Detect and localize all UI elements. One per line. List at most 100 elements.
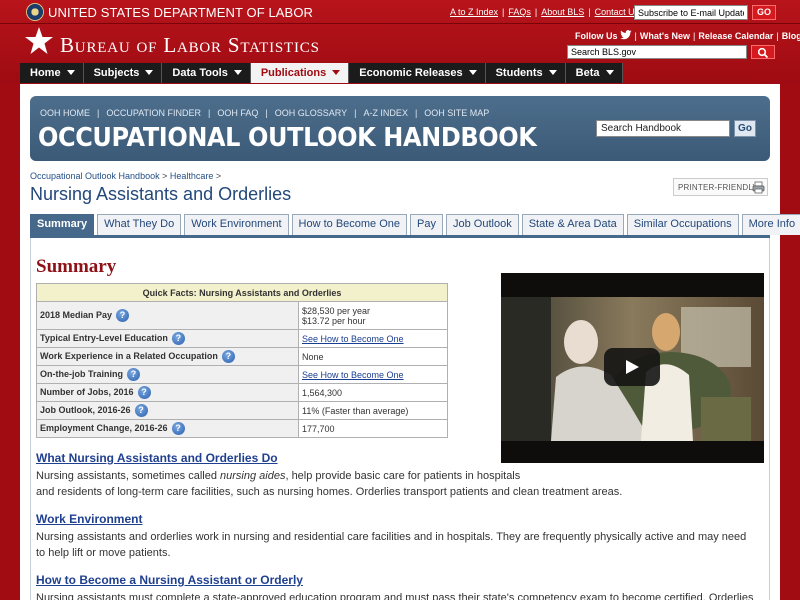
- dol-name-link[interactable]: UNITED STATES DEPARTMENT OF LABOR: [48, 5, 313, 20]
- chevron-down-icon: [468, 70, 477, 75]
- printer-friendly-label: PRINTER-FRIENDLY: [678, 183, 758, 192]
- nav-students[interactable]: Students: [485, 63, 566, 83]
- faqs-link[interactable]: FAQs: [508, 7, 531, 17]
- help-icon[interactable]: ?: [134, 404, 148, 417]
- quick-facts-label: Typical Entry-Level Education?: [36, 329, 299, 348]
- tab-pay[interactable]: Pay: [410, 214, 443, 235]
- quick-facts-label: Employment Change, 2016-26?: [36, 419, 299, 438]
- quick-facts-value: 11% (Faster than average): [298, 401, 448, 420]
- help-icon[interactable]: ?: [171, 332, 185, 345]
- chevron-down-icon: [66, 70, 75, 75]
- tab-job-outlook[interactable]: Job Outlook: [446, 214, 519, 235]
- about-bls-link[interactable]: About BLS: [541, 7, 584, 17]
- follow-us-link[interactable]: Follow Us: [575, 30, 632, 41]
- quick-facts-label: Work Experience in a Related Occupation?: [36, 347, 299, 366]
- chevron-down-icon: [145, 70, 154, 75]
- what-they-do-text: Nursing assistants, sometimes called nur…: [36, 470, 623, 498]
- table-row: Employment Change, 2016-26? 177,700: [36, 419, 448, 438]
- quick-facts-label: Job Outlook, 2016-26?: [36, 401, 299, 420]
- nav-economic-releases[interactable]: Economic Releases: [349, 63, 486, 83]
- ooh-glossary-link[interactable]: OOH GLOSSARY: [275, 108, 347, 118]
- tab-what-they-do[interactable]: What They Do: [97, 214, 182, 235]
- nav-home[interactable]: Home: [20, 63, 84, 83]
- work-environment-text: Nursing assistants and orderlies work in…: [36, 531, 747, 559]
- see-how-to-become-one-link[interactable]: See How to Become One: [302, 370, 404, 380]
- tab-bar: Summary What They Do Work Environment Ho…: [30, 214, 800, 235]
- chevron-down-icon: [233, 70, 242, 75]
- summary-heading: Summary: [36, 256, 117, 277]
- help-icon[interactable]: ?: [221, 350, 235, 363]
- tab-similar-occupations[interactable]: Similar Occupations: [626, 214, 739, 235]
- work-environment-heading-link[interactable]: Work Environment: [36, 512, 142, 526]
- help-icon[interactable]: ?: [171, 422, 185, 435]
- quick-facts-value: See How to Become One: [298, 365, 448, 384]
- table-row: Number of Jobs, 2016? 1,564,300: [36, 383, 448, 402]
- contact-us-link[interactable]: Contact Us: [595, 7, 640, 17]
- video-player[interactable]: [501, 273, 764, 463]
- site-search-button[interactable]: [751, 45, 775, 59]
- chevron-down-icon: [332, 70, 341, 75]
- help-icon[interactable]: ?: [137, 386, 151, 399]
- whats-new-link[interactable]: What's New: [640, 31, 690, 41]
- ooh-banner: OOH HOME | OCCUPATION FINDER | OOH FAQ | OOH G…: [30, 96, 770, 161]
- chevron-down-icon: [605, 70, 614, 75]
- table-row: On-the-job Training? See How to Become O…: [36, 365, 448, 384]
- email-go-button[interactable]: GO: [752, 5, 776, 20]
- site-header: UNITED STATES DEPARTMENT OF LABOR A to Z…: [0, 0, 800, 84]
- quick-facts-label: Number of Jobs, 2016?: [36, 383, 299, 402]
- magnifier-icon: [757, 47, 769, 59]
- a-z-index-link[interactable]: A-Z INDEX: [363, 108, 408, 118]
- release-calendar-link[interactable]: Release Calendar: [698, 31, 773, 41]
- quick-facts-value: None: [298, 347, 448, 366]
- table-row: 2018 Median Pay? $28,530 per year $13.72 …: [36, 301, 448, 330]
- quick-facts-value: See How to Become One: [298, 329, 448, 348]
- tab-more-info[interactable]: More Info: [741, 214, 800, 235]
- quick-facts-label: On-the-job Training?: [36, 365, 299, 384]
- quick-facts-value: 177,700: [298, 419, 448, 438]
- dol-seal-icon[interactable]: [26, 3, 44, 21]
- main-nav: Home Subjects Data Tools Publications Ec…: [20, 63, 623, 83]
- quick-facts-table: Quick Facts: Nursing Assistants and Orde…: [36, 283, 448, 438]
- ooh-site-map-link[interactable]: OOH SITE MAP: [424, 108, 489, 118]
- ooh-links: OOH HOME | OCCUPATION FINDER | OOH FAQ | OOH G…: [40, 108, 490, 118]
- see-how-to-become-one-link[interactable]: See How to Become One: [302, 334, 404, 344]
- tab-work-environment[interactable]: Work Environment: [184, 214, 289, 235]
- email-subscribe-input[interactable]: [634, 5, 748, 20]
- occupation-finder-link[interactable]: OCCUPATION FINDER: [106, 108, 201, 118]
- tab-how-to-become-one[interactable]: How to Become One: [291, 214, 408, 235]
- right-links: Follow Us | What's New | Release Calendar | Bl…: [575, 30, 800, 41]
- tab-state-area-data[interactable]: State & Area Data: [521, 214, 624, 235]
- printer-friendly-button[interactable]: PRINTER-FRIENDLY: [673, 178, 768, 196]
- breadcrumb: Occupational Outlook Handbook > Healthca…: [30, 171, 222, 181]
- nav-subjects[interactable]: Subjects: [83, 63, 163, 83]
- table-row: Quick Facts: Nursing Assistants and Orde…: [36, 283, 448, 302]
- how-to-become-heading-link[interactable]: How to Become a Nursing Assistant or Ord…: [36, 573, 303, 587]
- twitter-icon[interactable]: [619, 30, 632, 40]
- table-row: Typical Entry-Level Education? See How t…: [36, 329, 448, 348]
- quick-facts-value: $28,530 per year $13.72 per hour: [298, 301, 448, 330]
- help-icon[interactable]: ?: [116, 309, 130, 322]
- quick-facts-value: 1,564,300: [298, 383, 448, 402]
- a-to-z-link[interactable]: A to Z Index: [450, 7, 498, 17]
- what-they-do-heading-link[interactable]: What Nursing Assistants and Orderlies Do: [36, 451, 278, 465]
- breadcrumb-ooh-link[interactable]: Occupational Outlook Handbook: [30, 171, 160, 181]
- nav-data-tools[interactable]: Data Tools: [162, 63, 251, 83]
- help-icon[interactable]: ?: [127, 368, 140, 381]
- ooh-title[interactable]: OCCUPATIONAL OUTLOOK HANDBOOK: [38, 122, 537, 152]
- nav-beta[interactable]: Beta: [565, 63, 623, 83]
- blog-link[interactable]: Blog: [782, 31, 800, 41]
- quick-facts-label: 2018 Median Pay?: [36, 301, 299, 330]
- handbook-search-button[interactable]: Go: [734, 120, 756, 137]
- nav-publications[interactable]: Publications: [250, 63, 350, 83]
- ooh-faq-link[interactable]: OOH FAQ: [217, 108, 258, 118]
- site-search-input[interactable]: [567, 45, 747, 59]
- bls-star-icon[interactable]: [24, 26, 54, 56]
- ooh-home-link[interactable]: OOH HOME: [40, 108, 90, 118]
- chevron-down-icon: [548, 70, 557, 75]
- breadcrumb-healthcare-link[interactable]: Healthcare: [170, 171, 214, 181]
- tab-summary[interactable]: Summary: [30, 214, 95, 235]
- bls-logo-text[interactable]: Bureau of Labor Statistics: [60, 33, 320, 58]
- how-to-become-text: Nursing assistants must complete a state…: [36, 592, 754, 600]
- handbook-search-input[interactable]: [596, 120, 730, 137]
- play-icon[interactable]: [604, 348, 660, 386]
